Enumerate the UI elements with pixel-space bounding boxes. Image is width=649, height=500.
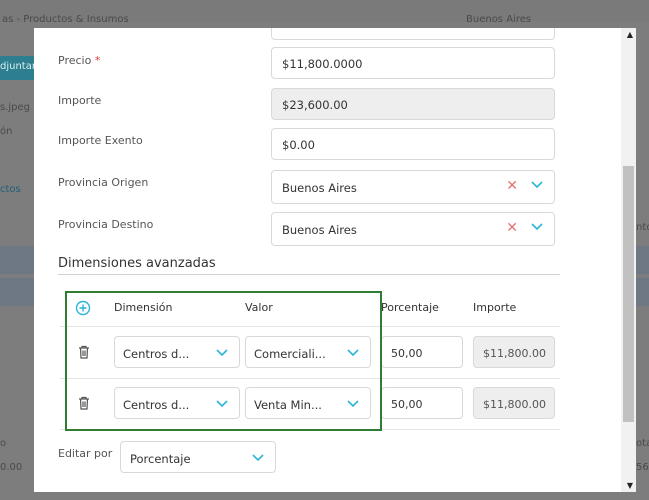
editar-por-label: Editar por xyxy=(58,447,113,460)
precio-label: Precio * xyxy=(58,54,101,67)
background-row xyxy=(0,278,34,306)
importe-cell: $11,800.00 xyxy=(473,336,555,368)
background-bottom-right-label: otal xyxy=(636,438,649,449)
scrollbar-thumb[interactable] xyxy=(623,166,634,422)
product-line-modal: Precio * $11,800.0000 Importe $23,600.00… xyxy=(34,28,636,492)
chevron-down-icon[interactable] xyxy=(251,450,265,464)
porcentaje-input[interactable]: 50,00 xyxy=(381,336,463,368)
chevron-down-icon[interactable] xyxy=(530,219,544,233)
previous-field[interactable] xyxy=(271,28,555,40)
highlight-box xyxy=(65,291,382,431)
clear-icon[interactable]: ✕ xyxy=(506,220,518,236)
porcentaje-input[interactable]: 50,00 xyxy=(381,387,463,419)
background-bottom-left-label: o xyxy=(0,438,7,449)
provincia-destino-value: Buenos Aires xyxy=(282,223,357,237)
importe-exento-input[interactable]: $0.00 xyxy=(271,128,555,160)
provincia-destino-label: Provincia Destino xyxy=(58,218,154,231)
editar-por-value: Porcentaje xyxy=(130,452,191,466)
background-bottom-left-value: 0.00 xyxy=(0,462,23,473)
importe-input: $23,600.00 xyxy=(271,88,555,120)
background-on-text: ón xyxy=(0,126,13,137)
background-top-right: Buenos Aires xyxy=(466,14,532,25)
modal-scrollbar[interactable]: ▲ ▼ xyxy=(621,28,636,492)
background-right-col: nto xyxy=(636,222,649,233)
importe-exento-label: Importe Exento xyxy=(58,134,143,147)
background-bottom-right-value: 56. xyxy=(636,462,649,473)
header-porcentaje: Porcentaje xyxy=(381,301,439,314)
importe-cell: $11,800.00 xyxy=(473,387,555,419)
provincia-origen-value: Buenos Aires xyxy=(282,181,357,195)
header-importe: Importe xyxy=(473,301,517,314)
precio-input[interactable]: $11,800.0000 xyxy=(271,47,555,79)
provincia-origen-label: Provincia Origen xyxy=(58,176,149,189)
editar-por-select[interactable]: Porcentaje xyxy=(120,441,276,473)
importe-label: Importe xyxy=(58,94,102,107)
background-file-text: s.jpeg xyxy=(0,102,31,113)
provincia-destino-select[interactable]: Buenos Aires ✕ xyxy=(271,212,555,246)
provincia-origen-select[interactable]: Buenos Aires ✕ xyxy=(271,170,555,204)
background-top-select: as - Productos & Insumos xyxy=(2,14,129,25)
background-row xyxy=(0,246,34,274)
background-adjuntar-button: djuntar xyxy=(0,56,36,80)
clear-icon[interactable]: ✕ xyxy=(506,178,518,194)
dimensiones-title: Dimensiones avanzadas xyxy=(58,256,216,271)
chevron-down-icon[interactable] xyxy=(530,177,544,191)
scroll-up-icon[interactable]: ▲ xyxy=(627,30,633,39)
scroll-down-icon[interactable]: ▼ xyxy=(627,481,633,490)
section-divider xyxy=(58,274,560,275)
background-tab: ctos xyxy=(0,184,21,195)
